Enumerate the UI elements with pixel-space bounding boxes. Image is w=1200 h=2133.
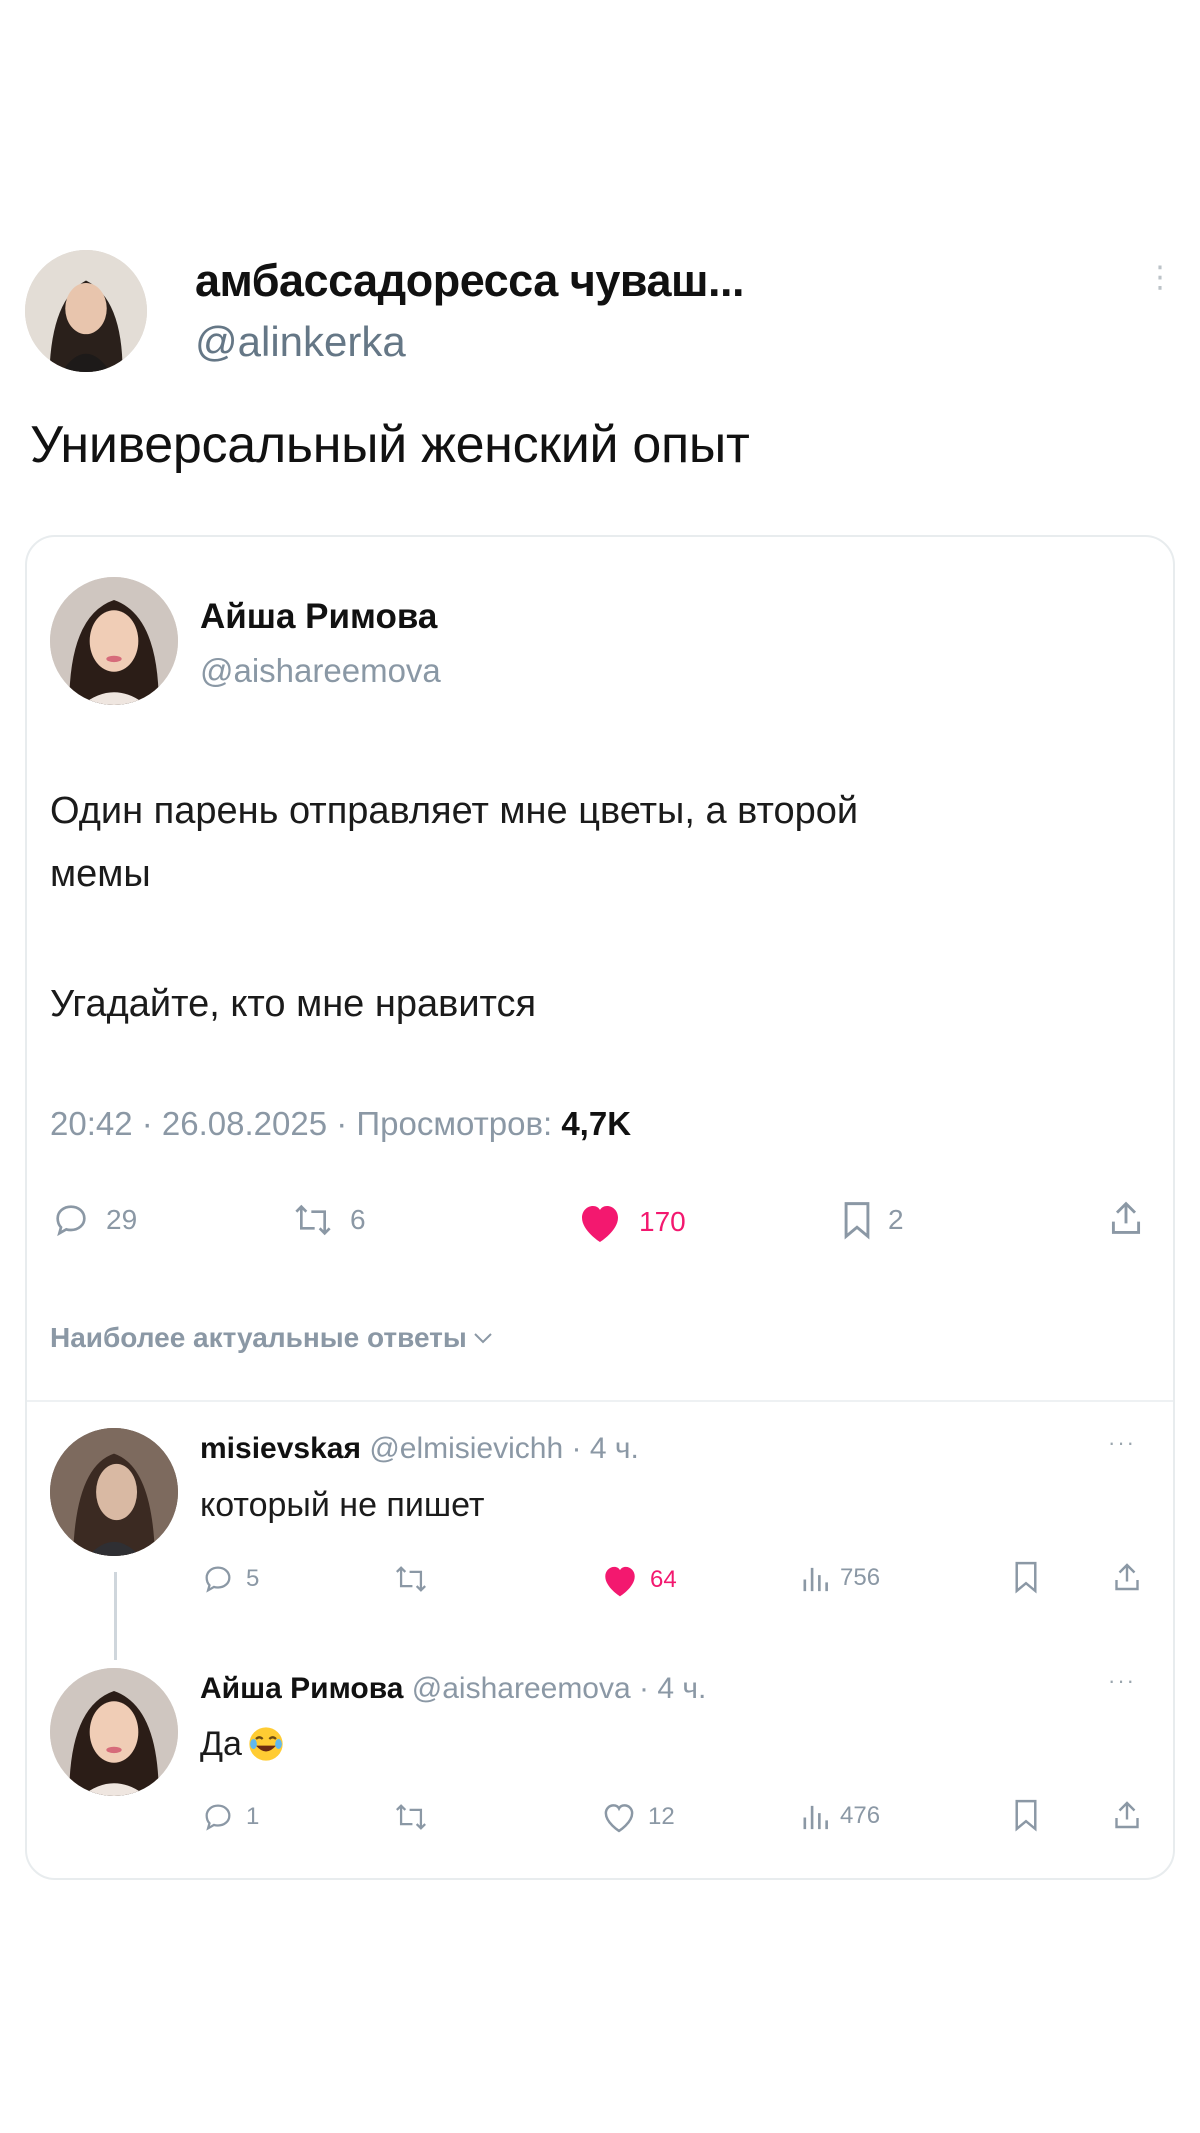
reply-button[interactable]: 5 bbox=[200, 1562, 259, 1596]
quoted-text-line: мемы bbox=[50, 853, 151, 895]
reply-text: Да bbox=[200, 1724, 286, 1764]
analytics-icon bbox=[803, 1805, 828, 1830]
bookmark-button[interactable] bbox=[1012, 1798, 1040, 1832]
quoted-author-avatar[interactable] bbox=[50, 577, 178, 705]
bookmark-icon bbox=[1015, 1561, 1037, 1594]
share-icon bbox=[1111, 1201, 1141, 1234]
sort-replies-dropdown[interactable]: Наиболее актуальные ответы bbox=[50, 1322, 493, 1354]
reply-avatar[interactable] bbox=[50, 1428, 178, 1556]
repost-count: 6 bbox=[350, 1204, 366, 1235]
like-button[interactable]: 12 bbox=[600, 1800, 675, 1834]
like-button[interactable]: 170 bbox=[575, 1200, 686, 1244]
reply-author-handle[interactable]: @aishareemova bbox=[412, 1672, 631, 1705]
share-button[interactable] bbox=[1112, 1560, 1142, 1594]
repost-icon bbox=[295, 1204, 331, 1236]
repost-button[interactable]: 6 bbox=[290, 1200, 366, 1240]
bookmark-button[interactable] bbox=[1012, 1560, 1040, 1594]
like-count: 170 bbox=[639, 1206, 686, 1237]
views-count: 756 bbox=[840, 1564, 881, 1591]
reply-author-name[interactable]: misievskaя bbox=[200, 1432, 361, 1465]
reply-header: misievskaя @elmisievichh · 4 ч. bbox=[200, 1432, 639, 1466]
views-button[interactable]: 756 bbox=[800, 1562, 880, 1594]
more-options-icon[interactable]: ··· bbox=[1108, 1668, 1136, 1694]
views-count: 4,7K bbox=[561, 1105, 632, 1142]
bookmark-button[interactable]: 2 bbox=[840, 1200, 904, 1240]
heart-filled-icon bbox=[605, 1566, 635, 1597]
chevron-down-icon bbox=[474, 1333, 492, 1344]
quoted-author-handle[interactable]: @aishareemova bbox=[200, 652, 441, 690]
bookmark-icon bbox=[844, 1202, 870, 1240]
reply-button[interactable]: 1 bbox=[200, 1800, 259, 1834]
repost-icon bbox=[396, 1804, 426, 1830]
repost-icon bbox=[396, 1566, 426, 1592]
tweet-meta: 20:42 · 26.08.2025 · Просмотров: 4,7K bbox=[50, 1105, 631, 1143]
quoted-text-line: Угадайте, кто мне нравится bbox=[50, 983, 537, 1025]
heart-outline-icon bbox=[604, 1804, 634, 1833]
reply-time: · 4 ч. bbox=[571, 1432, 639, 1465]
thread-connector bbox=[114, 1572, 117, 1660]
timestamp-date[interactable]: 20:42 · 26.08.2025 · Просмотров: bbox=[50, 1105, 561, 1142]
reply-count: 5 bbox=[246, 1565, 260, 1592]
tweet-text: Универсальный женский опыт bbox=[30, 416, 750, 474]
reply-count: 1 bbox=[246, 1803, 260, 1830]
bookmark-count: 2 bbox=[888, 1204, 904, 1235]
reply-count: 29 bbox=[106, 1204, 138, 1235]
author-avatar[interactable] bbox=[25, 250, 147, 372]
reply-text-content: Да bbox=[200, 1724, 242, 1763]
reply-author-handle[interactable]: @elmisievichh bbox=[369, 1432, 563, 1465]
reply-avatar[interactable] bbox=[50, 1668, 178, 1796]
share-button[interactable] bbox=[1108, 1198, 1144, 1238]
sort-label: Наиболее актуальные ответы bbox=[50, 1322, 467, 1353]
share-icon bbox=[1115, 1563, 1139, 1591]
reply-author-name[interactable]: Айша Римова bbox=[200, 1672, 403, 1705]
views-count: 476 bbox=[840, 1802, 881, 1829]
author-handle[interactable]: @alinkerka bbox=[195, 318, 406, 366]
reply-icon bbox=[205, 1804, 231, 1831]
laughing-emoji-icon bbox=[249, 1727, 283, 1761]
like-count: 64 bbox=[650, 1566, 677, 1593]
bookmark-icon bbox=[1015, 1799, 1037, 1832]
reply-time: · 4 ч. bbox=[639, 1672, 707, 1705]
views-button[interactable]: 476 bbox=[800, 1800, 880, 1832]
share-button[interactable] bbox=[1112, 1798, 1142, 1832]
reply-button[interactable]: 29 bbox=[50, 1200, 137, 1240]
share-icon bbox=[1115, 1801, 1139, 1829]
reply-header: Айша Римова @aishareemova · 4 ч. bbox=[200, 1672, 706, 1706]
analytics-icon bbox=[803, 1567, 828, 1592]
repost-button[interactable] bbox=[392, 1800, 430, 1834]
reply-text: который не пишет bbox=[200, 1486, 485, 1524]
repost-button[interactable] bbox=[392, 1562, 430, 1596]
heart-filled-icon bbox=[582, 1206, 618, 1242]
author-name[interactable]: амбассадоресса чуваш... bbox=[195, 255, 745, 307]
like-count: 12 bbox=[648, 1803, 675, 1830]
quoted-text-line: Один парень отправляет мне цветы, а втор… bbox=[50, 790, 859, 832]
reply-icon bbox=[205, 1566, 231, 1593]
more-options-icon[interactable]: ··· bbox=[1108, 1430, 1136, 1456]
quoted-author-name[interactable]: Айша Римова bbox=[200, 597, 437, 637]
divider bbox=[27, 1400, 1173, 1402]
reply-icon bbox=[56, 1205, 86, 1237]
more-options-icon[interactable]: ⋮ bbox=[1145, 263, 1175, 322]
like-button[interactable]: 64 bbox=[600, 1562, 677, 1598]
